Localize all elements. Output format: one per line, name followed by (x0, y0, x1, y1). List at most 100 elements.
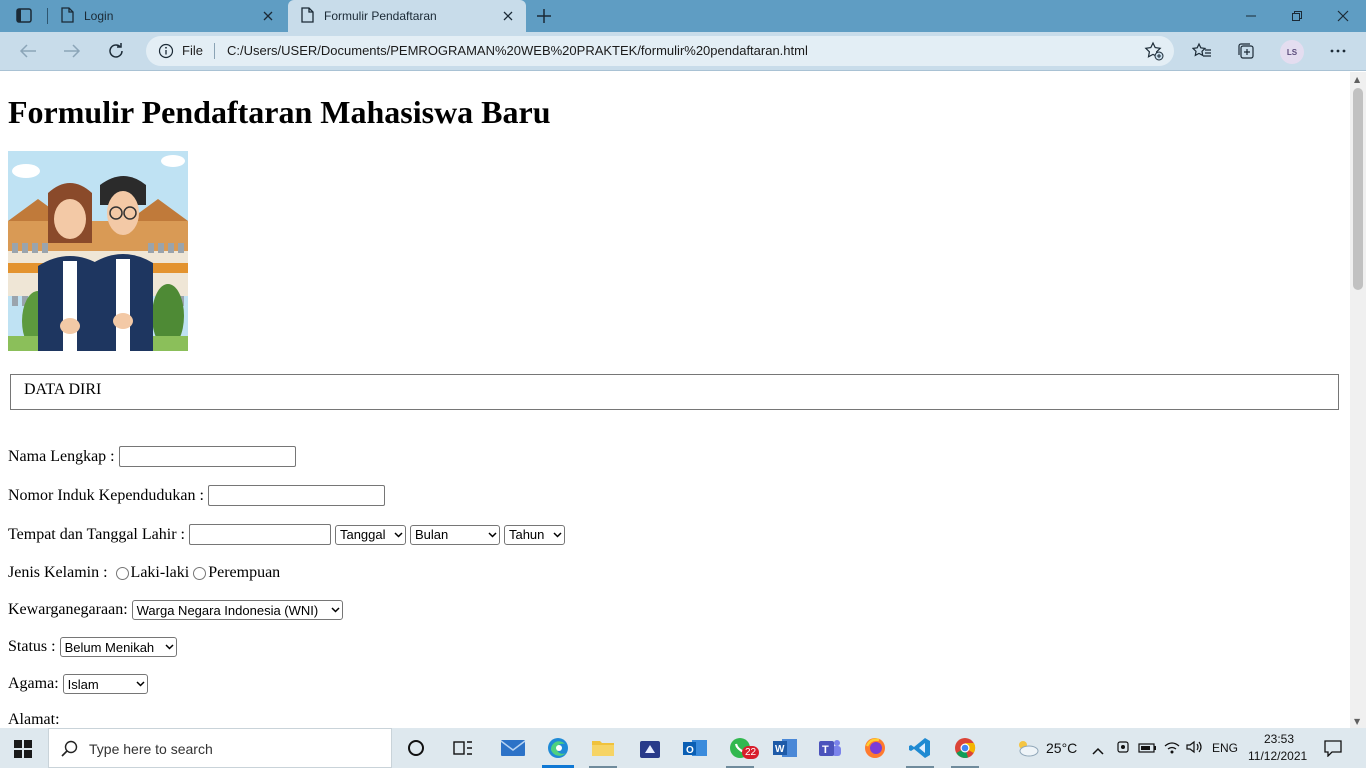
weather-temperature[interactable]: 25°C (1046, 740, 1077, 756)
windows-start-icon[interactable] (14, 740, 32, 762)
tab-bar: Login Formulir Pendaftaran (0, 0, 1366, 32)
scroll-thumb[interactable] (1353, 88, 1363, 290)
chevron-down-icon (488, 531, 497, 538)
whatsapp-icon[interactable]: 22 (718, 728, 762, 768)
alamat-row: Alamat: (8, 711, 60, 728)
bulan-value: Bulan (414, 527, 449, 542)
svg-text:W: W (775, 744, 785, 755)
scroll-down-icon[interactable]: ▼ (1354, 717, 1360, 726)
url-text[interactable]: C:/Users/USER/Documents/PEMROGRAMAN%20WE… (227, 43, 808, 58)
notifications-icon[interactable] (1324, 739, 1342, 761)
nama-row: Nama Lengkap : (8, 446, 296, 467)
mail-icon[interactable] (491, 728, 535, 768)
chrome-icon[interactable] (943, 728, 987, 768)
weather-icon[interactable] (1014, 738, 1040, 762)
nik-input[interactable] (207, 485, 385, 506)
info-icon[interactable] (158, 43, 174, 63)
teams-icon[interactable]: T (808, 728, 852, 768)
address-divider (214, 43, 215, 59)
ttl-row: Tempat dan Tanggal Lahir : Tanggal Bulan… (8, 524, 565, 545)
taskbar-search[interactable]: Type here to search (48, 728, 392, 768)
volume-icon[interactable] (1185, 739, 1203, 759)
page-icon (60, 6, 74, 26)
gender-row: Jenis Kelamin : Laki-laki Perempuan (8, 564, 280, 582)
page-icon (300, 6, 314, 26)
task-view-icon[interactable] (441, 728, 485, 768)
cortana-icon[interactable] (394, 728, 438, 768)
edge-icon[interactable] (536, 728, 580, 768)
kewarganegaraan-row: Kewarganegaraan: Warga Negara Indonesia … (8, 600, 343, 620)
status-value: Belum Menikah (64, 639, 155, 655)
svg-text:T: T (822, 744, 829, 756)
firefox-icon[interactable] (853, 728, 897, 768)
close-icon[interactable] (500, 8, 516, 24)
battery-icon[interactable] (1138, 740, 1158, 759)
nama-input[interactable] (118, 446, 296, 467)
refresh-button[interactable] (104, 40, 128, 62)
tab-login[interactable]: Login (48, 0, 286, 32)
kewarganegaraan-select[interactable]: Warga Negara Indonesia (WNI) (131, 600, 343, 620)
radio-perempuan[interactable] (193, 566, 207, 580)
alamat-label: Alamat: (8, 711, 60, 728)
radio-laki-laki[interactable] (115, 566, 129, 580)
status-label: Status : (8, 638, 56, 655)
wifi-icon[interactable] (1163, 739, 1181, 759)
back-button[interactable] (16, 40, 40, 62)
minimize-button[interactable] (1228, 0, 1274, 32)
forward-button[interactable] (60, 40, 84, 62)
language-indicator[interactable]: ENG (1212, 741, 1238, 755)
tab-formulir[interactable]: Formulir Pendaftaran (288, 0, 526, 32)
more-menu-icon[interactable] (1326, 40, 1350, 62)
status-select[interactable]: Belum Menikah (59, 637, 177, 657)
status-row: Status : Belum Menikah (8, 637, 177, 657)
kewarganegaraan-value: Warga Negara Indonesia (WNI) (136, 602, 319, 618)
tahun-select[interactable]: Tahun (503, 524, 565, 545)
agama-row: Agama: Islam (8, 674, 148, 694)
tab-actions-icon[interactable] (12, 6, 36, 26)
chevron-down-icon (331, 607, 340, 613)
profile-avatar[interactable]: LS (1280, 40, 1304, 64)
tab-label: Formulir Pendaftaran (324, 9, 437, 23)
page-title: Formulir Pendaftaran Mahasiswa Baru (8, 94, 551, 130)
address-bar[interactable]: File C:/Users/USER/Documents/PEMROGRAMAN… (146, 36, 1174, 66)
search-placeholder: Type here to search (89, 741, 213, 757)
chevron-down-icon (553, 531, 562, 538)
svg-text:O: O (686, 745, 694, 756)
agama-select[interactable]: Islam (62, 674, 148, 694)
clock-date[interactable]: 11/12/2021 (1248, 749, 1307, 763)
tahun-value: Tahun (508, 527, 545, 542)
tempat-lahir-input[interactable] (188, 524, 331, 545)
scroll-up-icon[interactable]: ▲ (1354, 75, 1360, 84)
meet-now-icon[interactable] (1116, 739, 1130, 759)
vscode-icon[interactable] (898, 728, 942, 768)
page-viewport: Formulir Pendaftaran Mahasiswa Baru DATA… (0, 72, 1350, 728)
add-favorite-icon[interactable] (1144, 41, 1164, 65)
data-diri-fieldset: DATA DIRI (10, 374, 1339, 410)
favorites-icon[interactable] (1190, 40, 1214, 62)
restore-button[interactable] (1274, 0, 1320, 32)
close-window-button[interactable] (1320, 0, 1366, 32)
taskbar: Type here to search O 22 W T 25°C ENG 23… (0, 728, 1366, 768)
agama-label: Agama: (8, 675, 59, 692)
gender-label: Jenis Kelamin : (8, 564, 108, 581)
kewarganegaraan-label: Kewarganegaraan: (8, 601, 128, 618)
fieldset-legend: DATA DIRI (24, 381, 102, 398)
collections-icon[interactable] (1234, 40, 1258, 62)
whatsapp-badge: 22 (742, 746, 760, 759)
search-icon (61, 740, 79, 762)
word-icon[interactable]: W (763, 728, 807, 768)
radio-label-perempuan: Perempuan (208, 564, 281, 581)
file-explorer-icon[interactable] (581, 728, 625, 768)
nama-label: Nama Lengkap : (8, 447, 115, 465)
chevron-down-icon (165, 644, 174, 650)
store-icon[interactable] (628, 728, 672, 768)
tanggal-select[interactable]: Tanggal (334, 524, 406, 545)
clock-time[interactable]: 23:53 (1264, 732, 1294, 746)
outlook-icon[interactable]: O (673, 728, 717, 768)
chevron-up-icon[interactable] (1092, 741, 1104, 760)
bulan-select[interactable]: Bulan (409, 524, 500, 545)
vertical-scrollbar[interactable]: ▲ ▼ (1350, 72, 1366, 728)
new-tab-button[interactable] (534, 6, 554, 26)
radio-label-laki-laki: Laki-laki (130, 564, 190, 581)
close-icon[interactable] (260, 8, 276, 24)
